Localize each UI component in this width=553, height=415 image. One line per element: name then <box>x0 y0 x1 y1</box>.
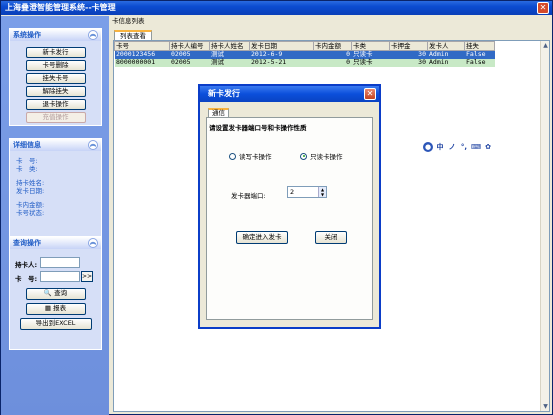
port-label: 发卡器端口: <box>231 192 266 200</box>
dialog-title: 新卡发行 <box>208 89 240 98</box>
ime-keyboard-icon[interactable]: ⌨ <box>471 142 481 152</box>
tab-bar: 列表查看 <box>111 30 551 40</box>
detail-balance: 卡内金额: <box>16 201 45 209</box>
detail-card-type: 卡 类: <box>16 165 38 173</box>
holder-input[interactable] <box>40 257 80 268</box>
tab-list-view[interactable]: 列表查看 <box>114 30 152 40</box>
radio-ro-option[interactable]: 只读卡操作 <box>300 151 343 161</box>
radio-rw[interactable] <box>229 152 236 160</box>
detail-card-no: 卡 号: <box>16 157 38 165</box>
delete-card-button[interactable]: 卡号删除 <box>25 60 86 71</box>
ime-settings-icon[interactable]: ✿ <box>483 142 493 152</box>
details-header[interactable]: 详细信息 ︽ <box>10 139 101 151</box>
cell-lost: False <box>464 58 495 67</box>
query-button-label: 查询 <box>54 289 68 297</box>
query-title: 查询操作 <box>13 239 41 247</box>
new-card-dialog: 新卡发行 ✕ 通信 请设置发卡器端口号和卡操作性质 读写卡操作 只读卡操作 发卡… <box>198 84 381 329</box>
window-title: 上海叠澄智能管理系统--卡管理 <box>5 3 116 12</box>
detail-holder-name: 持卡姓名: <box>16 179 45 187</box>
report-button[interactable]: ▦ 报表 <box>25 303 86 315</box>
radio-rw-option[interactable]: 读写卡操作 <box>229 151 272 161</box>
table-row[interactable]: 8000000001 02005 测试 2012-5-21 0 只读卡 30 A… <box>114 58 495 67</box>
scroll-up-icon[interactable]: ▲ <box>541 41 549 50</box>
collapse-chevron-icon[interactable]: ︽ <box>88 30 98 40</box>
radio-ro-label: 只读卡操作 <box>310 153 343 161</box>
radio-ro[interactable] <box>300 152 307 160</box>
collapse-chevron-icon[interactable]: ︽ <box>88 140 98 150</box>
scroll-down-icon[interactable]: ▼ <box>541 402 549 411</box>
dialog-panel: 请设置发卡器端口号和卡操作性质 读写卡操作 只读卡操作 发卡器端口: 2 ▲ ▼ … <box>206 117 373 320</box>
collapse-chevron-icon[interactable]: ︽ <box>88 238 98 248</box>
port-spinner[interactable]: 2 ▲ ▼ <box>287 186 327 198</box>
dialog-close-icon[interactable]: ✕ <box>364 88 376 100</box>
port-value: 2 <box>290 188 295 196</box>
cell-balance: 0 <box>313 58 352 67</box>
main-window: 上海叠澄智能管理系统--卡管理 ✕ 系统操作 ︽ 新卡发行 卡号删除 挂失卡号 … <box>0 0 553 415</box>
card-table: 卡号 持卡人编号 持卡人姓名 发卡日期 卡内金额 卡类 卡押金 发卡人 挂失 2… <box>114 41 495 67</box>
report-loss-button[interactable]: 挂失卡号 <box>25 73 86 84</box>
section-title: 卡信息列表 <box>112 17 145 25</box>
details-title: 详细信息 <box>13 141 41 149</box>
ime-fullwidth-icon[interactable]: ノ <box>447 142 457 152</box>
close-button[interactable]: 关闭 <box>315 231 347 244</box>
details-group: 详细信息 ︽ 卡 号: 卡 类: 持卡姓名: 发卡日期: 卡内金额: 卡号状态: <box>9 138 102 240</box>
dialog-hint: 请设置发卡器端口号和卡操作性质 <box>209 124 307 132</box>
query-group: 查询操作 ︽ 持卡人: 卡 号: >> 🔍 查询 ▦ 报表 导出到EXCEL <box>9 236 102 350</box>
report-button-label: 报表 <box>53 304 67 312</box>
system-ops-header[interactable]: 系统操作 ︽ <box>10 29 101 41</box>
query-header[interactable]: 查询操作 ︽ <box>10 237 101 249</box>
cell-card-type: 只读卡 <box>351 58 390 67</box>
tab-communication[interactable]: 通信 <box>208 108 229 117</box>
system-ops-group: 系统操作 ︽ 新卡发行 卡号删除 挂失卡号 解除挂失 退卡操作 充值操作 <box>9 28 102 126</box>
vertical-scrollbar[interactable]: ▲ ▼ <box>540 41 549 411</box>
window-titlebar: 上海叠澄智能管理系统--卡管理 ✕ <box>1 1 552 15</box>
cell-card-no: 8000000001 <box>114 58 170 67</box>
card-picker-button[interactable]: >> <box>81 271 93 282</box>
cell-deposit: 30 <box>389 58 428 67</box>
query-button[interactable]: 🔍 查询 <box>25 288 86 300</box>
cell-issue-date: 2012-5-21 <box>249 58 314 67</box>
holder-label: 持卡人: <box>15 261 38 269</box>
sidebar: 系统操作 ︽ 新卡发行 卡号删除 挂失卡号 解除挂失 退卡操作 充值操作 详细信… <box>1 16 109 415</box>
card-no-label: 卡 号: <box>15 275 38 283</box>
radio-rw-label: 读写卡操作 <box>239 153 272 161</box>
cell-holder-name: 测试 <box>209 58 250 67</box>
cell-issuer: Admin <box>427 58 465 67</box>
ime-logo-icon[interactable]: ● <box>423 142 433 152</box>
window-close-button[interactable]: ✕ <box>537 2 549 14</box>
dialog-titlebar: 新卡发行 ✕ <box>200 86 379 102</box>
system-ops-title: 系统操作 <box>13 31 41 39</box>
export-excel-button[interactable]: 导出到EXCEL <box>19 318 92 330</box>
detail-card-status: 卡号状态: <box>16 209 45 217</box>
ime-chinese-mode[interactable]: 中 <box>435 142 445 152</box>
spinner-arrows-icon[interactable]: ▲ ▼ <box>318 187 326 197</box>
cell-holder-id: 02005 <box>169 58 210 67</box>
report-icon: ▦ <box>44 304 52 312</box>
detail-issue-date: 发卡日期: <box>16 187 45 195</box>
ime-toolbar[interactable]: ● 中 ノ °, ⌨ ✿ <box>423 141 493 153</box>
card-no-input[interactable] <box>40 271 80 282</box>
recharge-button[interactable]: 充值操作 <box>25 112 86 123</box>
magnifier-icon: 🔍 <box>43 289 52 297</box>
confirm-issue-button[interactable]: 确定进入发卡 <box>236 231 288 244</box>
return-card-button[interactable]: 退卡操作 <box>25 99 86 110</box>
new-card-button[interactable]: 新卡发行 <box>25 47 86 58</box>
ime-punctuation-icon[interactable]: °, <box>459 142 469 152</box>
cancel-loss-button[interactable]: 解除挂失 <box>25 86 86 97</box>
